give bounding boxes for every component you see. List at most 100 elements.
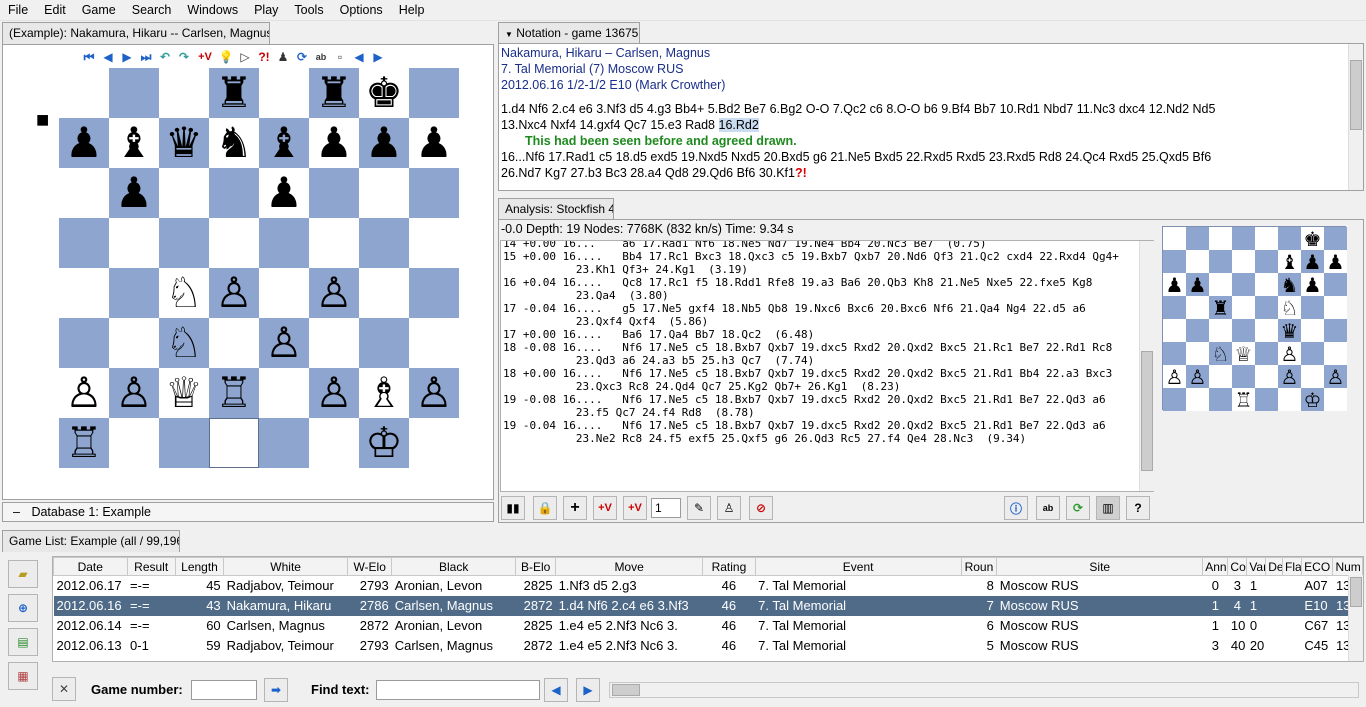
table-cell[interactable] (1282, 595, 1302, 616)
moves-line[interactable]: 1.d4 Nf6 2.c4 e6 3.Nf3 d5 4.g3 Bb4+ 5.Bd… (501, 101, 1361, 117)
board-square[interactable]: ♙ (409, 368, 459, 418)
analysis-line[interactable]: 15 +0.00 16.... Bb4 17.Rc1 Bxc3 18.Qxc3 … (503, 250, 1151, 263)
tree-icon[interactable]: ♟ (275, 49, 291, 65)
analysis-line[interactable]: 23.Ne2 Rc8 24.f5 exf5 25.Qxf5 g6 26.Qd3 … (503, 432, 1151, 445)
close-icon[interactable]: ✕ (52, 677, 76, 701)
moves-line[interactable]: 16...Nf6 17.Rad1 c5 18.d5 exd5 19.Nxd5 N… (501, 149, 1361, 165)
notation-pane[interactable]: Nakamura, Hikaru – Carlsen, Magnus 7. Ta… (498, 43, 1364, 191)
chess-piece[interactable]: ♖ (65, 422, 103, 464)
board-square[interactable]: ♗ (359, 368, 409, 418)
lock-button[interactable]: 🔒 (533, 496, 557, 520)
board-window-title[interactable]: (Example): Nakamura, Hikaru -- Carlsen, … (2, 22, 270, 44)
board-square[interactable] (59, 168, 109, 218)
board-square[interactable] (409, 218, 459, 268)
table-cell[interactable]: 43 (175, 595, 224, 616)
board-square[interactable]: ♜ (309, 68, 359, 118)
add-all-variations-button[interactable]: +V (623, 496, 647, 520)
table-cell[interactable] (1283, 636, 1302, 656)
forward-icon[interactable]: ▶ (370, 49, 386, 65)
last-icon[interactable]: ⏭ (138, 49, 154, 65)
analysis-line[interactable]: 23.Qa4 (3.80) (503, 289, 1151, 302)
table-cell[interactable]: =-= (127, 576, 175, 596)
menu-item-help[interactable]: Help (391, 0, 433, 21)
table-cell[interactable]: 2786 (347, 595, 392, 616)
table-cell[interactable]: 1.Nf3 d5 2.g3 (556, 576, 703, 596)
column-header-flag[interactable]: Flag (1282, 557, 1302, 576)
table-cell[interactable]: 2872 (515, 595, 556, 616)
menu-item-windows[interactable]: Windows (179, 0, 246, 21)
help-button[interactable]: ? (1126, 496, 1150, 520)
board-square[interactable] (259, 68, 309, 118)
table-cell[interactable]: 10 (1228, 616, 1247, 636)
analysis-line[interactable]: 17 +0.00 16.... Ba6 17.Qa4 Bb7 18.Qc2 (6… (503, 328, 1151, 341)
board-square[interactable] (209, 168, 259, 218)
table-cell[interactable]: 4 (1227, 595, 1247, 616)
board-square[interactable] (409, 318, 459, 368)
add-var-icon[interactable]: +V (195, 49, 215, 65)
horizontal-scrollbar-thumb[interactable] (612, 684, 640, 696)
board-square[interactable] (109, 268, 159, 318)
refresh-button[interactable]: ⟳ (1066, 496, 1090, 520)
board-square[interactable] (109, 218, 159, 268)
table-cell[interactable] (1265, 595, 1283, 616)
board-square[interactable] (109, 68, 159, 118)
board-square[interactable]: ♝ (259, 118, 309, 168)
table-cell[interactable]: 2012.06.14 (54, 616, 128, 636)
table-cell[interactable]: 46 (702, 595, 756, 616)
table-cell[interactable]: 1.e4 e5 2.Nf3 Nc6 3. (556, 636, 703, 656)
table-row[interactable] (54, 656, 1363, 662)
table-cell[interactable]: 6 (961, 616, 997, 636)
database-bar[interactable]: – Database 1: Example (2, 502, 494, 522)
table-cell[interactable]: Radjabov, Teimour (224, 636, 348, 656)
table-cell[interactable] (1283, 616, 1302, 636)
table-cell[interactable]: 1.d4 Nf6 2.c4 e6 3.Nf3 (555, 595, 703, 616)
column-header-black[interactable]: Black (391, 557, 517, 576)
analysis-line[interactable]: 17 -0.04 16.... g5 17.Ne5 gxf4 18.Nb5 Qb… (503, 302, 1151, 315)
add-variation-button[interactable]: +V (593, 496, 617, 520)
board-square[interactable] (259, 268, 309, 318)
table-cell[interactable]: 46 (703, 616, 756, 636)
chess-piece[interactable]: ♔ (365, 422, 403, 464)
database-toggle[interactable]: – (13, 505, 20, 519)
table-cell[interactable]: 2012.06.17 (54, 576, 128, 596)
add-line-button[interactable]: + (563, 496, 587, 520)
analysis-line[interactable]: 23.Qxc3 Rc8 24.Qd4 Qc7 25.Kg2 Qb7+ 26.Kg… (503, 380, 1151, 393)
table-cell[interactable]: 7 (961, 595, 997, 616)
analysis-line[interactable]: 16 +0.04 16.... Qc8 17.Rc1 f5 18.Rdd1 Rf… (503, 276, 1151, 289)
table-cell[interactable]: 20 (1247, 636, 1266, 656)
moves-line[interactable]: 13.Nxc4 Nxf4 14.gxf4 Qc7 15.e3 Rad8 (501, 118, 719, 132)
chess-piece[interactable]: ♙ (115, 372, 153, 414)
analysis-line[interactable]: 14 +0.00 16... a6 17.Rad1 Nf6 18.Ne5 Nd7… (503, 241, 1151, 250)
table-row[interactable]: 2012.06.16 =-= 43 Nakamura, Hikaru 2786 Carls… (53, 595, 1363, 616)
table-cell[interactable]: =-= (127, 595, 176, 616)
board-square[interactable] (209, 418, 259, 468)
board-square[interactable] (109, 318, 159, 368)
board-square[interactable]: ♙ (209, 268, 259, 318)
column-header-date[interactable]: Date (53, 557, 128, 576)
analysis-tab[interactable]: Analysis: Stockfish 4 (498, 198, 614, 220)
chess-piece[interactable]: ♘ (165, 322, 203, 364)
chess-piece[interactable]: ♟ (365, 122, 403, 164)
board-square[interactable]: ♟ (259, 168, 309, 218)
game-number-input[interactable] (191, 680, 257, 700)
table-cell[interactable]: Aronian, Levon (392, 576, 516, 596)
table-cell[interactable] (1266, 616, 1283, 636)
table-cell[interactable]: 3 (1228, 576, 1247, 596)
analysis-line[interactable]: 19 -0.08 16.... Nf6 17.Ne5 c5 18.Bxb7 Qx… (503, 393, 1151, 406)
board-square[interactable]: ♙ (259, 318, 309, 368)
board-square[interactable]: ♟ (359, 118, 409, 168)
chess-piece[interactable]: ♙ (315, 372, 353, 414)
table-cell[interactable]: 1 (1246, 595, 1266, 616)
table-cell[interactable]: 0 (1203, 576, 1228, 596)
chess-piece[interactable]: ♘ (165, 272, 203, 314)
board-square[interactable] (159, 418, 209, 468)
board-square[interactable]: ♟ (109, 168, 159, 218)
play-icon[interactable]: ▷ (237, 49, 253, 65)
table-cell[interactable]: 7. Tal Memorial (755, 595, 962, 616)
column-header-roun[interactable]: Roun (960, 557, 998, 576)
column-header-del[interactable]: Del (1265, 557, 1284, 576)
column-header-white[interactable]: White (223, 557, 349, 576)
layout-icon[interactable]: ▤ (8, 628, 38, 656)
board-square[interactable] (159, 168, 209, 218)
board-square[interactable] (309, 218, 359, 268)
